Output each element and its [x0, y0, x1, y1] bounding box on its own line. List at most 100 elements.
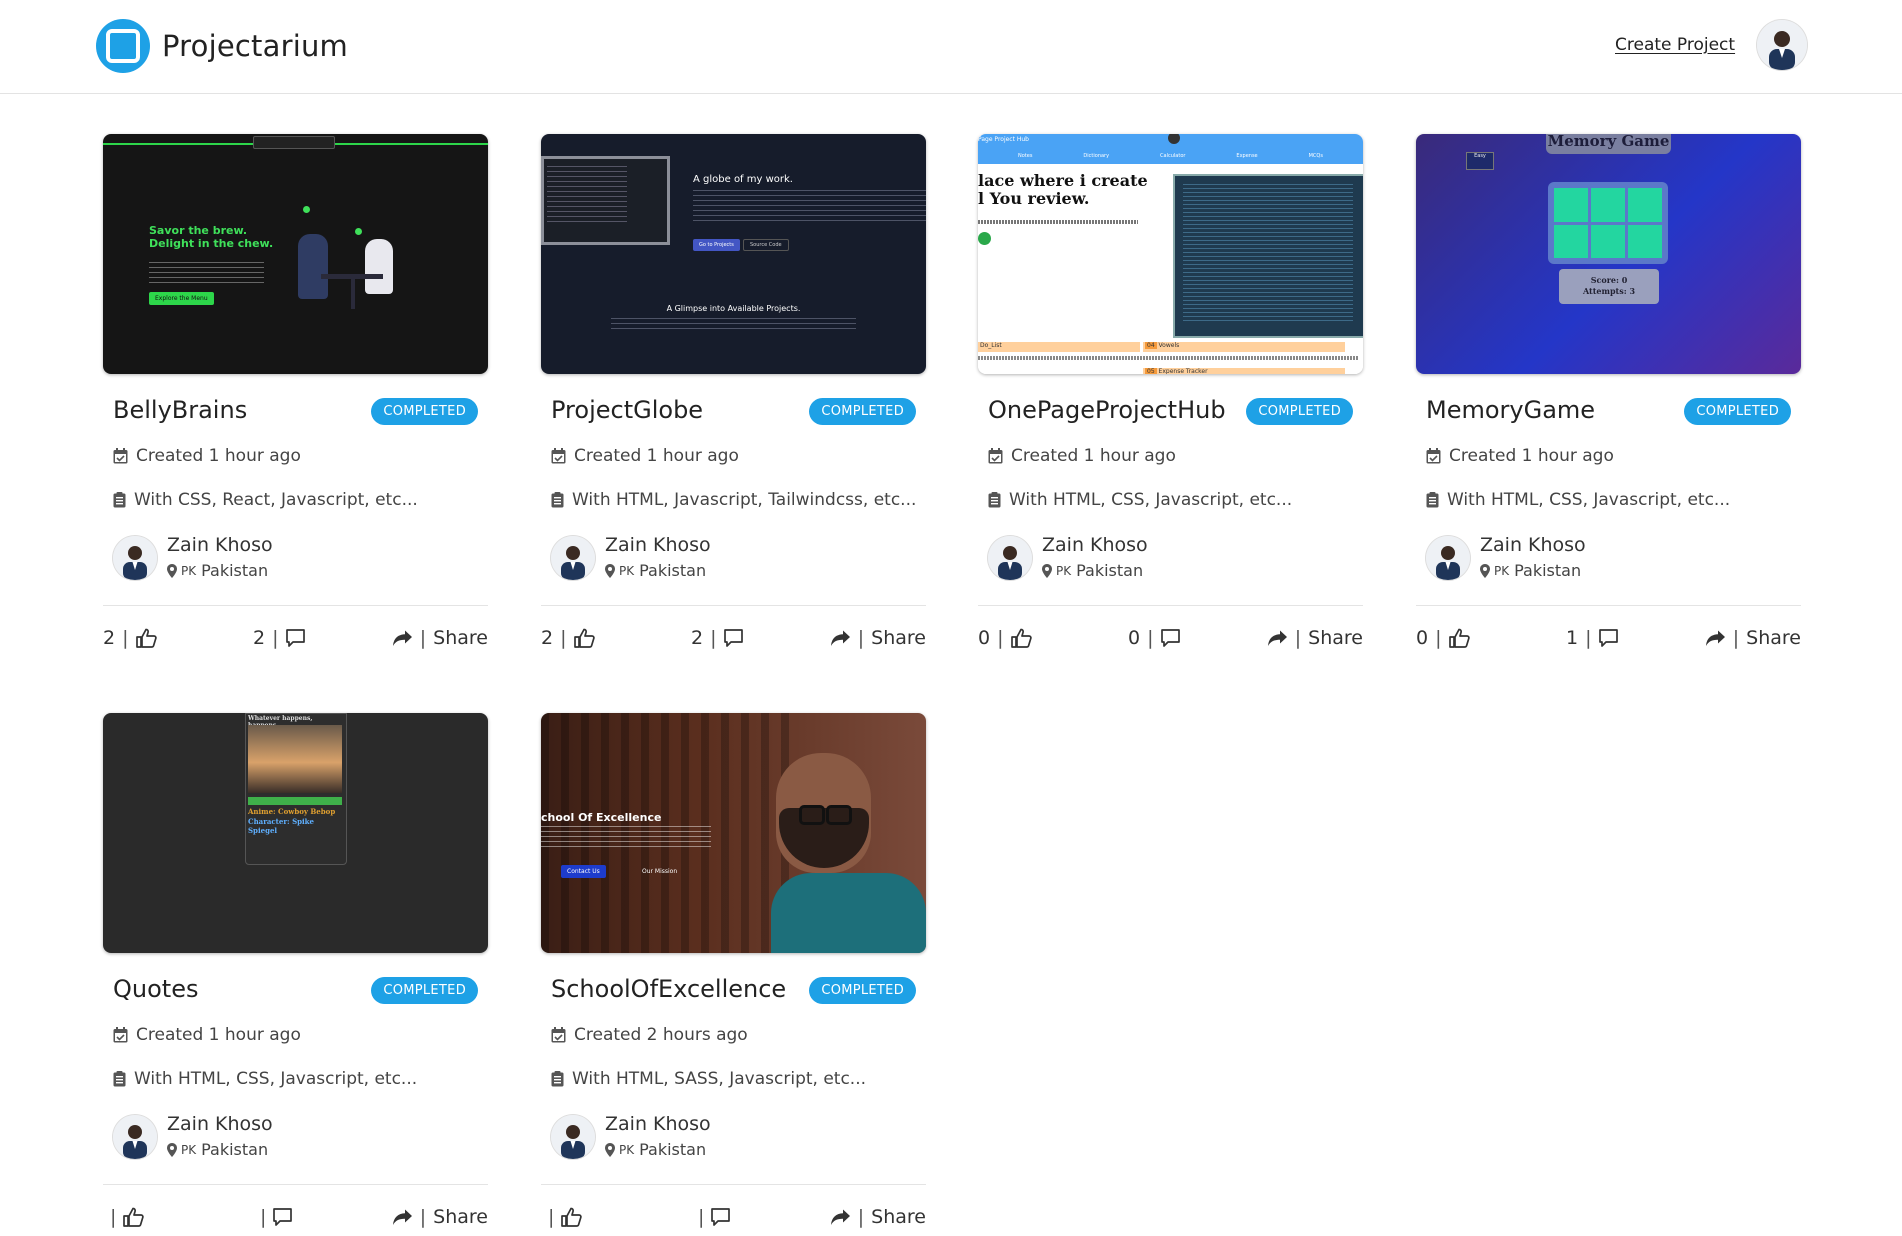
- status-badge: COMPLETED: [809, 398, 916, 425]
- author-info[interactable]: Zain Khoso PK Pakistan: [988, 534, 1338, 584]
- author-avatar[interactable]: [551, 1115, 595, 1159]
- project-title[interactable]: OnePageProjectHub: [988, 396, 1226, 424]
- project-title[interactable]: MemoryGame: [1426, 396, 1595, 424]
- country-code: PK: [619, 1142, 635, 1157]
- thumb-headline: chool Of Excellence: [541, 811, 662, 824]
- project-card-onepageprojecthub[interactable]: Page Project Hub Notes Dictionary Calculat…: [978, 134, 1363, 649]
- comment-button[interactable]: 1 |: [1566, 627, 1618, 649]
- author-location: PK Pakistan: [1480, 561, 1581, 580]
- share-button[interactable]: | Share: [392, 627, 488, 649]
- project-title[interactable]: SchoolOfExcellence: [551, 975, 786, 1003]
- share-button[interactable]: | Share: [392, 1206, 488, 1228]
- clipboard-icon: [551, 1071, 564, 1087]
- thumbs-up-icon: [1010, 628, 1032, 648]
- share-label: Share: [433, 1206, 488, 1228]
- stack-text: With HTML, CSS, Javascript, etc...: [134, 1069, 418, 1089]
- tech-stack-info: With HTML, CSS, Javascript, etc...: [988, 490, 1292, 510]
- tech-stack-info: With HTML, Javascript, Tailwindcss, etc.…: [551, 490, 916, 510]
- like-button[interactable]: 2 |: [103, 627, 157, 649]
- author-avatar[interactable]: [1426, 536, 1470, 580]
- author-name[interactable]: Zain Khoso: [167, 534, 273, 556]
- divider: [1416, 605, 1801, 606]
- project-card-memorygame[interactable]: Memory Game Easy Score: 0 Attempts: 3 Mem…: [1416, 134, 1801, 649]
- thumb-sub: A Glimpse into Available Projects.: [666, 304, 801, 313]
- card-actions: 2 | 2 | | Share: [103, 627, 488, 657]
- comment-icon: [711, 1208, 731, 1226]
- brand[interactable]: Projectarium: [96, 19, 348, 73]
- author-avatar[interactable]: [988, 536, 1032, 580]
- author-avatar[interactable]: [113, 536, 157, 580]
- share-button[interactable]: | Share: [1267, 627, 1363, 649]
- comment-icon: [285, 629, 305, 647]
- thumb-cta: Explore the Menu: [149, 292, 214, 305]
- share-label: Share: [1308, 627, 1363, 649]
- project-thumbnail[interactable]: Savor the brew. Delight in the chew. Expl…: [103, 134, 488, 374]
- status-badge: COMPLETED: [371, 977, 478, 1004]
- comment-icon: [273, 1208, 293, 1226]
- project-thumbnail[interactable]: Memory Game Easy Score: 0 Attempts: 3: [1416, 134, 1801, 374]
- thumb-attempts: Attempts: 3: [1582, 286, 1636, 296]
- share-button[interactable]: | Share: [1705, 627, 1801, 649]
- author-name[interactable]: Zain Khoso: [1480, 534, 1586, 556]
- author-info[interactable]: Zain Khoso PK Pakistan: [551, 534, 901, 584]
- like-button[interactable]: |: [103, 1206, 145, 1228]
- like-button[interactable]: 0 |: [1416, 627, 1470, 649]
- card-actions: 0 | 1 | | Share: [1416, 627, 1801, 657]
- country-name: Pakistan: [639, 561, 707, 580]
- thumb-btn1: Contact Us: [561, 865, 606, 878]
- share-button[interactable]: | Share: [830, 1206, 926, 1228]
- author-name[interactable]: Zain Khoso: [1042, 534, 1148, 556]
- project-card-bellybrains[interactable]: Savor the brew. Delight in the chew. Expl…: [103, 134, 488, 649]
- share-icon: [1705, 630, 1725, 646]
- map-pin-icon: [1480, 563, 1490, 578]
- project-card-projectglobe[interactable]: A globe of my work. Go to Projects Sourc…: [541, 134, 926, 649]
- comment-button[interactable]: |: [691, 1206, 731, 1228]
- author-info[interactable]: Zain Khoso PK Pakistan: [113, 1113, 463, 1163]
- map-pin-icon: [1042, 563, 1052, 578]
- like-button[interactable]: 0 |: [978, 627, 1032, 649]
- country-code: PK: [181, 1142, 197, 1157]
- author-avatar[interactable]: [113, 1115, 157, 1159]
- project-title[interactable]: BellyBrains: [113, 396, 247, 424]
- like-button[interactable]: |: [541, 1206, 583, 1228]
- project-title[interactable]: ProjectGlobe: [551, 396, 703, 424]
- share-button[interactable]: | Share: [830, 627, 926, 649]
- author-info[interactable]: Zain Khoso PK Pakistan: [113, 534, 463, 584]
- status-badge: COMPLETED: [1684, 398, 1791, 425]
- comment-button[interactable]: |: [253, 1206, 293, 1228]
- share-icon: [392, 1209, 412, 1225]
- calendar-icon: [988, 448, 1003, 464]
- project-card-schoolofexcellence[interactable]: chool Of Excellence Contact Us Our Missi…: [541, 713, 926, 1228]
- project-thumbnail[interactable]: A globe of my work. Go to Projects Sourc…: [541, 134, 926, 374]
- like-button[interactable]: 2 |: [541, 627, 595, 649]
- top-navbar: Projectarium Create Project: [0, 0, 1902, 94]
- thumb-headline: A globe of my work.: [693, 174, 793, 185]
- comment-count: 2: [253, 627, 266, 649]
- thumb-item3: 05 Expense Tracker: [1143, 368, 1345, 374]
- project-thumbnail[interactable]: chool Of Excellence Contact Us Our Missi…: [541, 713, 926, 953]
- author-avatar[interactable]: [551, 536, 595, 580]
- like-count: 0: [978, 627, 991, 649]
- author-info[interactable]: Zain Khoso PK Pakistan: [1426, 534, 1776, 584]
- comment-button[interactable]: 0 |: [1128, 627, 1180, 649]
- project-card-quotes[interactable]: Whatever happens, happens. Anime: Cowboy…: [103, 713, 488, 1228]
- comment-button[interactable]: 2 |: [691, 627, 743, 649]
- author-info[interactable]: Zain Khoso PK Pakistan: [551, 1113, 901, 1163]
- author-name[interactable]: Zain Khoso: [605, 1113, 711, 1135]
- project-thumbnail[interactable]: Whatever happens, happens. Anime: Cowboy…: [103, 713, 488, 953]
- create-project-link[interactable]: Create Project: [1615, 35, 1735, 55]
- created-text: Created 1 hour ago: [574, 446, 739, 466]
- project-thumbnail[interactable]: Page Project Hub Notes Dictionary Calculat…: [978, 134, 1363, 374]
- author-name[interactable]: Zain Khoso: [167, 1113, 273, 1135]
- thumb-btn1: Go to Projects: [693, 239, 740, 251]
- comment-button[interactable]: 2 |: [253, 627, 305, 649]
- author-location: PK Pakistan: [167, 561, 268, 580]
- comment-icon: [1160, 629, 1180, 647]
- logo-icon: [96, 19, 150, 73]
- tech-stack-info: With HTML, SASS, Javascript, etc...: [551, 1069, 866, 1089]
- author-name[interactable]: Zain Khoso: [605, 534, 711, 556]
- created-text: Created 1 hour ago: [136, 1025, 301, 1045]
- app-title: Projectarium: [162, 29, 349, 63]
- project-title[interactable]: Quotes: [113, 975, 198, 1003]
- user-avatar[interactable]: [1757, 20, 1807, 70]
